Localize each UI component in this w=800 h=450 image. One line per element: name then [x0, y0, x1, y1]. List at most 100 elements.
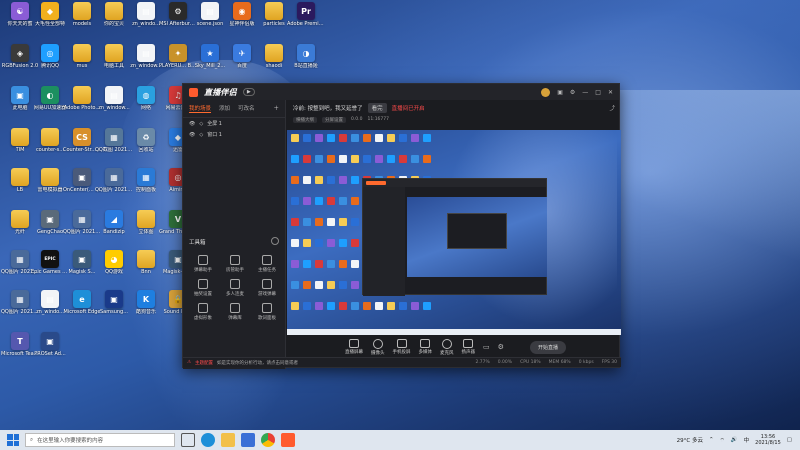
close-icon[interactable]: ✕ — [608, 89, 613, 96]
desktop-icon[interactable]: ▣ Magisk S... — [64, 250, 100, 288]
eye-icon[interactable]: 👁 — [189, 132, 195, 138]
desktop-icon[interactable]: Pr Adobe Premie... — [287, 2, 325, 40]
camera-button[interactable]: 摄像头 — [371, 338, 385, 356]
scene-row[interactable]: 👁 ◇ 窗口 1 — [183, 129, 285, 140]
ime-indicator[interactable]: 中 — [744, 436, 750, 444]
user-avatar[interactable] — [541, 87, 551, 97]
desktop-icon[interactable]: ▣ Samsung... — [96, 290, 132, 328]
volume-icon[interactable]: 🔊 — [731, 437, 738, 443]
tab-my-scene[interactable]: 我的场景 — [189, 104, 212, 113]
media-button[interactable]: 多媒体 — [419, 339, 432, 355]
desktop-icon[interactable]: ▦QQ图片 2021030... — [95, 168, 133, 206]
desktop-icon[interactable]: ★ Sky_Mill_2... — [192, 44, 228, 82]
desktop-icon[interactable]: ✈ 百度 — [224, 44, 260, 82]
lock-icon[interactable]: ◇ — [199, 121, 203, 127]
tray-chevron-icon[interactable]: ⌃ — [709, 437, 714, 443]
desktop-icon[interactable]: ◢ Bandizip — [96, 210, 132, 248]
desktop-icon[interactable]: ⚙ MSI Afterburner — [159, 2, 197, 40]
scene-row[interactable]: 👁 ◇ 全屏 1 — [183, 118, 285, 129]
desktop-icon[interactable]: K 酷狗音乐 — [128, 290, 164, 328]
preview-mini-icon — [423, 134, 431, 142]
speaker-button[interactable]: 扬声器 — [462, 339, 475, 355]
tool-item[interactable]: 房管助手 — [219, 255, 251, 273]
edit-title-button[interactable]: 看完 — [367, 102, 387, 113]
desktop-icon[interactable]: ▦QQ图片 2021030... — [63, 210, 101, 248]
microphone-button[interactable]: 麦克风 — [440, 338, 454, 356]
tab-rename[interactable]: 可改名 — [238, 104, 255, 113]
status-warning[interactable]: 主题配置 — [195, 360, 213, 366]
windows-start-icon[interactable] — [7, 434, 19, 446]
desktop-icon[interactable]: ◍ 网络 — [128, 86, 164, 124]
lock-icon[interactable]: ◇ — [199, 132, 203, 138]
desktop-icon[interactable]: ▦ 控制面板 — [128, 168, 164, 206]
desktop-icon[interactable]: ♻ 回收站 — [128, 128, 164, 166]
chrome-taskbar-icon[interactable] — [261, 433, 275, 447]
desktop-icon[interactable]: ▤ zn_window... — [96, 86, 132, 124]
eye-icon[interactable]: 👁 — [189, 121, 195, 127]
desktop-icon[interactable]: ◎ 腾讯QQ — [32, 44, 68, 82]
desktop-icon[interactable]: models — [64, 2, 100, 40]
taskbar-search-box[interactable]: ⌕ 在这里输入你要搜索的内容 — [25, 433, 175, 447]
desktop-icon[interactable]: Adobe Photo... — [64, 86, 100, 124]
task-view-icon[interactable] — [181, 433, 195, 447]
title-bar[interactable]: 直播伴侣 ▶ ▣ ⚙ — □ ✕ — [183, 84, 619, 100]
start-live-button[interactable]: 开始直播 — [529, 340, 566, 354]
desktop-icon-label: Bnn — [141, 269, 151, 275]
desktop-icon[interactable]: EPICEpic Games Launcher — [31, 250, 69, 288]
tool-item[interactable]: 虚拟形象 — [187, 303, 219, 321]
settings-gear-icon[interactable]: ⚙ — [498, 343, 504, 351]
weather-text[interactable]: 29°C 多云 — [677, 436, 703, 444]
clock[interactable]: 13:56 2021/8/15 — [755, 434, 781, 446]
tool-label: 主播任务 — [258, 268, 276, 273]
desktop-icon[interactable]: ◉ 星神伴侣版 — [224, 2, 260, 40]
tool-item[interactable]: 抽奖设置 — [187, 279, 219, 297]
desktop-icon[interactable]: e Microsoft Edge — [64, 290, 100, 328]
desktop-icon-label: Sky_Mill_2... — [194, 63, 226, 69]
help-icon[interactable] — [271, 237, 279, 245]
settings-icon[interactable]: ⚙ — [570, 89, 575, 96]
desktop-icon[interactable]: ◐ 网易UU加速器 — [32, 86, 68, 124]
system-tray: 29°C 多云 ⌃ ⌔ 🔊 中 13:56 2021/8/15 ▢ — [677, 434, 800, 446]
desktop-icon[interactable]: ▤ scene.json — [192, 2, 228, 40]
version-badge[interactable]: ▶ — [242, 88, 255, 96]
preview-mini-icon — [291, 197, 299, 205]
desktop-icon[interactable]: ▦QQ截图 2021030... — [95, 128, 133, 166]
record-icon[interactable]: ▭ — [483, 343, 490, 351]
stream-preview[interactable] — [287, 130, 621, 335]
screen-source-button[interactable]: 直播屏幕 — [345, 339, 363, 355]
notification-icon[interactable]: ▢ — [787, 437, 792, 443]
live-companion-window[interactable]: 直播伴侣 ▶ ▣ ⚙ — □ ✕ 我的场景 添加 可改名 ＋ 👁 ◇ 全屏 1 👁 ◇… — [182, 83, 621, 369]
desktop-icon[interactable]: mus — [64, 44, 100, 82]
phone-cast-button[interactable]: 手机投屏 — [393, 339, 411, 355]
tool-item[interactable]: 游戏弹幕 — [251, 279, 283, 297]
layout-chip[interactable]: 分屏设置 — [322, 116, 346, 123]
tool-item[interactable]: 弹幕库 — [219, 303, 251, 321]
tool-item[interactable]: 歌词面板 — [251, 303, 283, 321]
category-chip[interactable]: 横播大纲 — [293, 116, 317, 123]
desktop-icon[interactable]: Bnn — [128, 250, 164, 288]
share-icon[interactable]: ⤴ — [609, 104, 615, 112]
network-icon[interactable]: ⌔ — [720, 437, 725, 444]
desktop-icon-image: ▦ — [137, 168, 155, 186]
desktop-icon[interactable]: shaodi — [256, 44, 292, 82]
tool-item[interactable]: 多人连麦 — [219, 279, 251, 297]
tool-item[interactable]: 弹幕助手 — [187, 255, 219, 273]
desktop-icon[interactable]: ◑ B站直播姬 — [288, 44, 324, 82]
store-taskbar-icon[interactable] — [241, 433, 255, 447]
desktop-icon[interactable]: ◆ 大毛怪全部特 — [32, 2, 68, 40]
add-scene-icon[interactable]: ＋ — [273, 104, 279, 113]
tab-add[interactable]: 添加 — [219, 104, 230, 113]
tool-item[interactable]: 主播任务 — [251, 255, 283, 273]
edge-taskbar-icon[interactable] — [201, 433, 215, 447]
maximize-icon[interactable]: □ — [595, 89, 601, 96]
desktop-icon[interactable]: 你的宝贝 — [96, 2, 132, 40]
skin-icon[interactable]: ▣ — [557, 89, 563, 96]
minimize-icon[interactable]: — — [582, 89, 588, 96]
preview-mini-icon — [339, 239, 347, 247]
desktop-icon[interactable]: ◕ QQ游戏 — [96, 250, 132, 288]
live-companion-taskbar-icon[interactable] — [281, 433, 295, 447]
desktop-icon[interactable]: ▣ PROSet Ad... — [32, 332, 68, 370]
desktop-icon[interactable]: ✦PLAYERU... BATTLEGR... — [159, 44, 197, 82]
desktop-icon[interactable]: 电脑工具 — [96, 44, 132, 82]
explorer-taskbar-icon[interactable] — [221, 433, 235, 447]
